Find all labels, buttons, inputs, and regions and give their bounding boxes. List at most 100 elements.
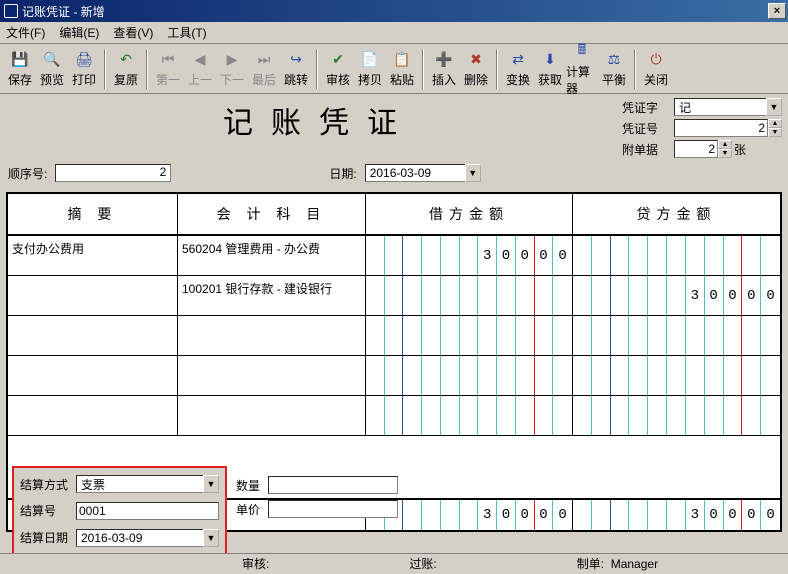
cell-debit[interactable] — [366, 276, 573, 316]
settle-num-input[interactable]: 0001 — [76, 502, 219, 520]
fetch-button[interactable]: ⬇获取 — [534, 46, 566, 92]
date-input[interactable]: 2016-03-09 — [365, 164, 465, 182]
cell-credit[interactable] — [573, 356, 780, 396]
cell-account[interactable]: 560204 管理费用 - 办公费 — [178, 236, 366, 276]
settlement-panel: 结算方式 支票 ▼ 结算号 0001 结算日期 2016-03-09 ▼ — [12, 466, 227, 556]
settle-date-label: 结算日期 — [20, 529, 76, 546]
cell-account[interactable] — [178, 316, 366, 356]
cell-summary[interactable] — [8, 276, 178, 316]
cell-debit[interactable] — [366, 316, 573, 356]
close-button[interactable]: ⏻关闭 — [640, 46, 672, 92]
cell-summary[interactable] — [8, 316, 178, 356]
table-row[interactable] — [8, 356, 780, 396]
cell-credit[interactable] — [573, 396, 780, 436]
qty-label: 数量 — [236, 477, 268, 494]
status-maker: 制单: Manager — [577, 555, 658, 572]
toolbar: 💾保存🔍预览🖨打印↶复原⏮第一◀上一▶下一⏭最后↪跳转✔审核📄拷贝📋粘贴➕插入✖… — [0, 44, 788, 94]
col-credit: 贷方金额 — [573, 194, 780, 236]
app-icon — [4, 4, 18, 18]
cell-account[interactable] — [178, 396, 366, 436]
prev-icon: ◀ — [190, 49, 210, 69]
calc-button[interactable]: 🖩计算器 — [566, 46, 598, 92]
menu-edit[interactable]: 编辑(E) — [59, 24, 99, 41]
menu-view[interactable]: 查看(V) — [113, 24, 153, 41]
statusbar: 审核: 过账: 制单: Manager — [0, 553, 788, 573]
chevron-down-icon[interactable]: ▼ — [203, 475, 219, 493]
jump-icon: ↪ — [286, 49, 306, 69]
calc-icon: 🖩 — [572, 41, 592, 61]
first-button[interactable]: ⏮第一 — [152, 46, 184, 92]
cell-account[interactable] — [178, 356, 366, 396]
settle-date-input[interactable]: 2016-03-09 — [76, 529, 203, 547]
preview-icon: 🔍 — [42, 49, 62, 69]
seq-label: 顺序号: — [6, 165, 47, 182]
word-label: 凭证字 — [622, 99, 674, 116]
status-post: 过账: — [409, 555, 436, 572]
swap-button[interactable]: ⇄变换 — [502, 46, 534, 92]
price-label: 单价 — [236, 501, 268, 518]
undo-button[interactable]: ↶复原 — [110, 46, 142, 92]
cell-credit[interactable] — [573, 236, 780, 276]
cell-summary[interactable]: 支付办公费用 — [8, 236, 178, 276]
balance-button[interactable]: ⚖平衡 — [598, 46, 630, 92]
word-select[interactable]: 记 — [674, 98, 766, 116]
num-input[interactable]: 2 — [674, 119, 768, 137]
spin-up-icon[interactable]: ▲ — [768, 119, 782, 128]
cell-summary[interactable] — [8, 396, 178, 436]
total-credit: 30000 — [573, 500, 780, 530]
window-title: 记账凭证 - 新增 — [22, 3, 105, 20]
copy-icon: 📄 — [360, 49, 380, 69]
chevron-down-icon[interactable]: ▼ — [203, 529, 219, 547]
last-button[interactable]: ⏭最后 — [248, 46, 280, 92]
settle-method-select[interactable]: 支票 — [76, 475, 203, 493]
cell-account[interactable]: 100201 银行存款 - 建设银行 — [178, 276, 366, 316]
audit-icon: ✔ — [328, 49, 348, 69]
insert-button[interactable]: ➕插入 — [428, 46, 460, 92]
col-debit: 借方金额 — [366, 194, 573, 236]
spin-down-icon[interactable]: ▼ — [768, 128, 782, 137]
paste-icon: 📋 — [392, 49, 412, 69]
price-input[interactable] — [268, 500, 398, 518]
cell-debit[interactable] — [366, 396, 573, 436]
preview-button[interactable]: 🔍预览 — [36, 46, 68, 92]
paste-button[interactable]: 📋粘贴 — [386, 46, 418, 92]
print-icon: 🖨 — [74, 49, 94, 69]
titlebar: 记账凭证 - 新增 × — [0, 0, 788, 22]
next-button[interactable]: ▶下一 — [216, 46, 248, 92]
spin-up-icon[interactable]: ▲ — [718, 140, 732, 149]
window-close-button[interactable]: × — [768, 3, 786, 19]
table-row[interactable]: 支付办公费用560204 管理费用 - 办公费30000 — [8, 236, 780, 276]
qty-input[interactable] — [268, 476, 398, 494]
chevron-down-icon[interactable]: ▼ — [465, 164, 481, 182]
cell-summary[interactable] — [8, 356, 178, 396]
voucher-title: 记账凭证 — [6, 98, 622, 142]
date-label: 日期: — [329, 165, 356, 182]
spin-down-icon[interactable]: ▼ — [718, 149, 732, 158]
save-button[interactable]: 💾保存 — [4, 46, 36, 92]
att-label: 附单据 — [622, 141, 674, 158]
col-summary: 摘 要 — [8, 194, 178, 236]
num-label: 凭证号 — [622, 120, 674, 137]
menu-tools[interactable]: 工具(T) — [167, 24, 206, 41]
table-row[interactable] — [8, 316, 780, 356]
menu-file[interactable]: 文件(F) — [6, 24, 45, 41]
cell-credit[interactable]: 30000 — [573, 276, 780, 316]
att-input[interactable]: 2 — [674, 140, 718, 158]
print-button[interactable]: 🖨打印 — [68, 46, 100, 92]
cell-credit[interactable] — [573, 316, 780, 356]
cell-debit[interactable] — [366, 356, 573, 396]
table-row[interactable]: 100201 银行存款 - 建设银行 30000 — [8, 276, 780, 316]
copy-button[interactable]: 📄拷贝 — [354, 46, 386, 92]
audit-button[interactable]: ✔审核 — [322, 46, 354, 92]
table-row[interactable] — [8, 396, 780, 436]
chevron-down-icon[interactable]: ▼ — [766, 98, 782, 116]
jump-button[interactable]: ↪跳转 — [280, 46, 312, 92]
swap-icon: ⇄ — [508, 49, 528, 69]
cell-debit[interactable]: 30000 — [366, 236, 573, 276]
prev-button[interactable]: ◀上一 — [184, 46, 216, 92]
next-icon: ▶ — [222, 49, 242, 69]
seq-input[interactable]: 2 — [55, 164, 171, 182]
save-icon: 💾 — [10, 49, 30, 69]
delete-button[interactable]: ✖删除 — [460, 46, 492, 92]
delete-icon: ✖ — [466, 49, 486, 69]
